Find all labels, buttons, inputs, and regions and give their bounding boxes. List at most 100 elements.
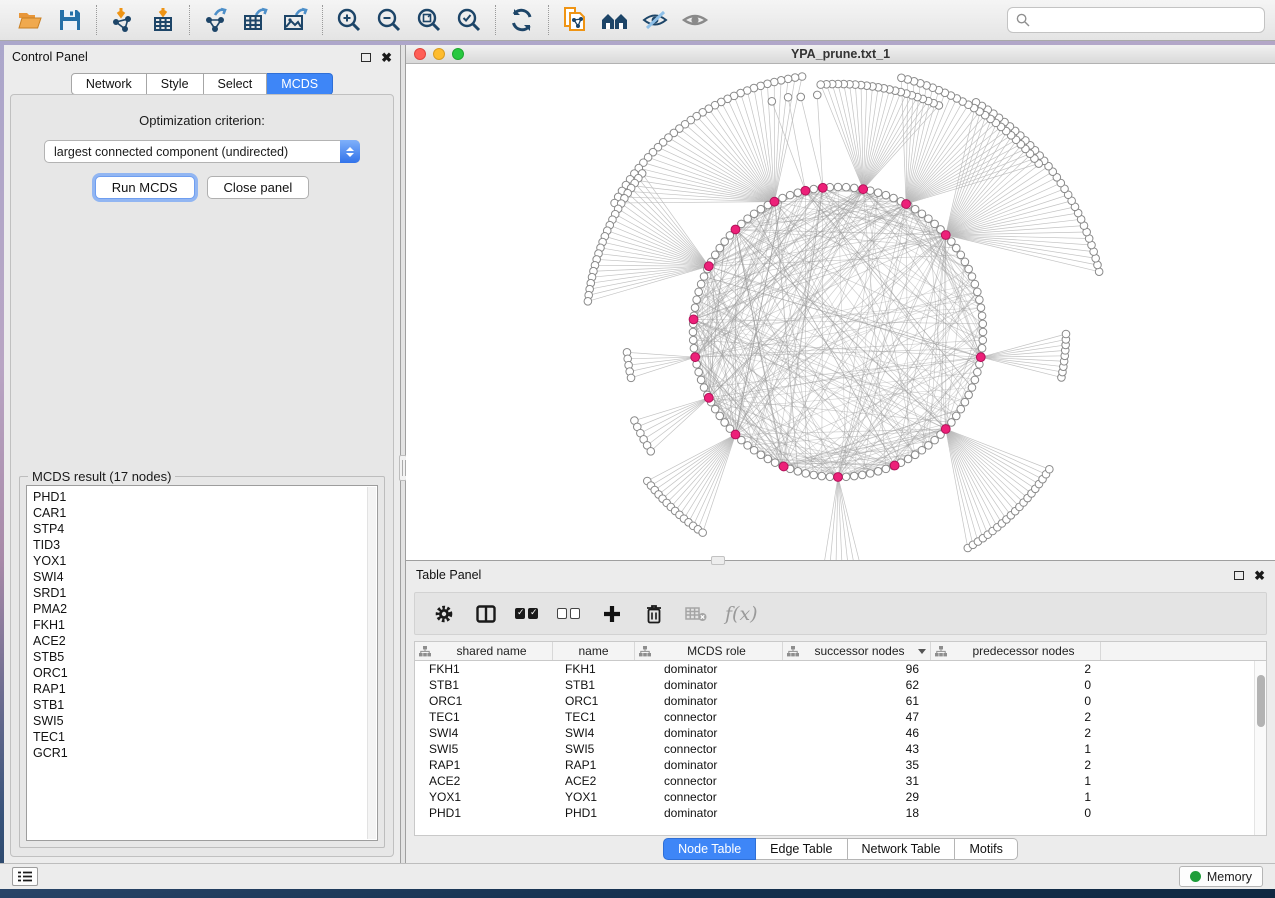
network-node[interactable] (931, 220, 939, 228)
network-node[interactable] (690, 344, 698, 352)
first-neighbors-icon[interactable] (595, 3, 635, 37)
save-session-icon[interactable] (50, 3, 90, 37)
column-header-shared-name[interactable]: shared name (415, 642, 553, 660)
mcds-hub-node[interactable] (731, 225, 740, 234)
network-node[interactable] (979, 328, 987, 336)
network-node[interactable] (768, 97, 776, 105)
mcds-result-item[interactable]: SWI4 (33, 569, 377, 585)
cell[interactable]: 2 (931, 725, 1101, 741)
cell[interactable]: YOX1 (415, 789, 553, 805)
delete-column-icon[interactable] (641, 599, 667, 629)
cell[interactable]: 0 (931, 693, 1101, 709)
table-row[interactable]: TEC1TEC1connector472 (415, 709, 1266, 725)
table-options-gear-icon[interactable] (431, 599, 457, 629)
cell[interactable]: dominator (635, 725, 783, 741)
network-node[interactable] (850, 184, 858, 192)
zoom-out-icon[interactable] (369, 3, 409, 37)
mcds-result-item[interactable]: FKH1 (33, 617, 377, 633)
cell[interactable]: SWI5 (415, 741, 553, 757)
network-node[interactable] (965, 391, 973, 399)
mcds-hub-node[interactable] (704, 262, 713, 271)
close-table-panel-icon[interactable]: ✖ (1254, 571, 1265, 580)
network-node[interactable] (647, 447, 655, 455)
network-node[interactable] (697, 280, 705, 288)
mcds-result-item[interactable]: PHD1 (33, 489, 377, 505)
mcds-hub-node[interactable] (818, 183, 827, 192)
network-node[interactable] (1062, 330, 1070, 338)
network-node[interactable] (971, 376, 979, 384)
network-node[interactable] (695, 288, 703, 296)
table-scrollbar-thumb[interactable] (1257, 675, 1265, 727)
tab-network[interactable]: Network (71, 73, 147, 95)
network-window-titlebar[interactable]: YPA_prune.txt_1 (406, 45, 1275, 64)
mcds-result-item[interactable]: TEC1 (33, 729, 377, 745)
network-node[interactable] (689, 328, 697, 336)
network-node[interactable] (757, 451, 765, 459)
cell[interactable]: dominator (635, 805, 783, 821)
cell[interactable]: dominator (635, 693, 783, 709)
network-node[interactable] (931, 436, 939, 444)
table-row[interactable]: SWI4SWI4dominator462 (415, 725, 1266, 741)
mcds-result-item[interactable]: TID3 (33, 537, 377, 553)
select-all-icon[interactable] (515, 599, 541, 629)
network-node[interactable] (890, 194, 898, 202)
network-node[interactable] (974, 288, 982, 296)
network-node[interactable] (771, 459, 779, 467)
mcds-hub-node[interactable] (834, 473, 843, 482)
mcds-result-item[interactable]: CAR1 (33, 505, 377, 521)
cell[interactable]: RAP1 (553, 757, 635, 773)
mcds-result-item[interactable]: ORC1 (33, 665, 377, 681)
network-node[interactable] (968, 273, 976, 281)
network-node[interactable] (898, 74, 906, 82)
cell[interactable]: SWI5 (553, 741, 635, 757)
cell[interactable]: 2 (931, 661, 1101, 677)
show-all-icon[interactable] (675, 3, 715, 37)
network-node[interactable] (961, 258, 969, 266)
network-node[interactable] (874, 189, 882, 197)
cell[interactable]: 47 (783, 709, 931, 725)
cell[interactable]: connector (635, 709, 783, 725)
network-node[interactable] (965, 265, 973, 273)
network-node[interactable] (866, 470, 874, 478)
table-row[interactable]: PHD1PHD1dominator180 (415, 805, 1266, 821)
network-node[interactable] (721, 238, 729, 246)
network-node[interactable] (850, 472, 858, 480)
mcds-result-item[interactable]: GCR1 (33, 745, 377, 761)
network-node[interactable] (584, 297, 592, 305)
network-node[interactable] (961, 398, 969, 406)
network-node[interactable] (794, 189, 802, 197)
table-row[interactable]: YOX1YOX1connector291 (415, 789, 1266, 805)
mcds-result-item[interactable]: RAP1 (33, 681, 377, 697)
cell[interactable]: PHD1 (553, 805, 635, 821)
table-row[interactable]: ORC1ORC1dominator610 (415, 693, 1266, 709)
mcds-hub-node[interactable] (902, 200, 911, 209)
network-node[interactable] (925, 442, 933, 450)
cell[interactable]: STB1 (415, 677, 553, 693)
network-node[interactable] (750, 446, 758, 454)
tab-network-table[interactable]: Network Table (848, 838, 956, 860)
network-node[interactable] (882, 191, 890, 199)
column-header-predecessor-nodes[interactable]: predecessor nodes (931, 642, 1101, 660)
cell[interactable]: SWI4 (415, 725, 553, 741)
zoom-fit-icon[interactable] (409, 3, 449, 37)
cell[interactable]: 31 (783, 773, 931, 789)
tab-select[interactable]: Select (204, 73, 268, 95)
mcds-hub-node[interactable] (976, 353, 985, 362)
network-node[interactable] (948, 419, 956, 427)
cell[interactable]: 29 (783, 789, 931, 805)
network-node[interactable] (948, 238, 956, 246)
network-node[interactable] (957, 251, 965, 259)
cell[interactable]: 61 (783, 693, 931, 709)
cell[interactable]: connector (635, 741, 783, 757)
mcds-hub-node[interactable] (941, 231, 950, 240)
network-node[interactable] (1046, 465, 1054, 473)
network-node[interactable] (797, 93, 805, 101)
cell[interactable]: ORC1 (553, 693, 635, 709)
network-node[interactable] (911, 451, 919, 459)
cell[interactable]: SWI4 (553, 725, 635, 741)
network-node[interactable] (627, 374, 635, 382)
network-node[interactable] (784, 93, 792, 101)
mcds-result-list[interactable]: PHD1CAR1STP4TID3YOX1SWI4SRD1PMA2FKH1ACE2… (26, 485, 378, 841)
export-table-icon[interactable] (236, 3, 276, 37)
table-row[interactable]: STB1STB1dominator620 (415, 677, 1266, 693)
